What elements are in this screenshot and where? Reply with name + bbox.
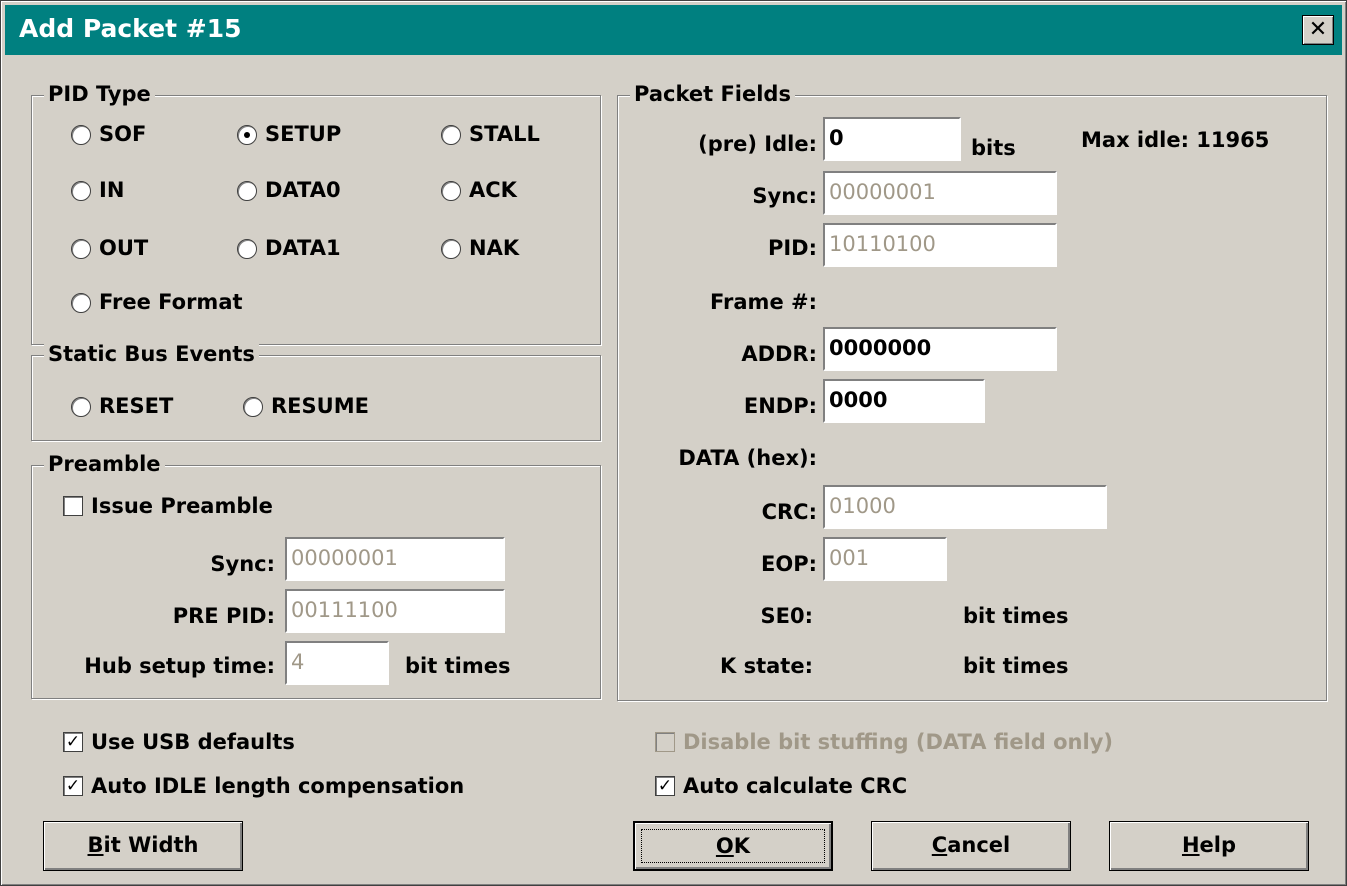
pre-idle-unit: bits xyxy=(971,136,1016,160)
radio-label: ACK xyxy=(469,178,517,202)
button-label: elp xyxy=(1199,833,1237,857)
radio-label: SETUP xyxy=(265,122,342,146)
focus-rect xyxy=(641,829,825,863)
hub-setup-time-unit: bit times xyxy=(405,654,511,678)
radio-indicator xyxy=(243,397,263,417)
radio-indicator xyxy=(71,397,91,417)
pid-type-legend: PID Type xyxy=(44,79,155,109)
button-label: ancel xyxy=(947,833,1011,857)
radio-label: RESUME xyxy=(271,394,369,418)
radio-label: RESET xyxy=(99,394,174,418)
static-bus-events-legend: Static Bus Events xyxy=(44,339,259,369)
radio-label: IN xyxy=(99,178,125,202)
pre-pid-label: PRE PID: xyxy=(172,604,275,628)
endp-field[interactable]: 0000 xyxy=(823,379,985,423)
radio-indicator xyxy=(237,239,257,259)
close-button[interactable]: ✕ xyxy=(1302,15,1334,45)
checkbox-indicator xyxy=(63,496,83,516)
radio-label: SOF xyxy=(99,122,147,146)
checkmark-icon: ✓ xyxy=(63,732,83,752)
radio-indicator xyxy=(441,181,461,201)
frame-number-label: Frame #: xyxy=(710,290,817,314)
preamble-sync-label: Sync: xyxy=(210,552,275,576)
eop-field[interactable]: 001 xyxy=(823,537,947,581)
se0-label: SE0: xyxy=(760,604,813,628)
pre-pid-field[interactable]: 00111100 xyxy=(285,589,505,633)
radio-indicator xyxy=(441,125,461,145)
bit-width-button[interactable]: Bit Width xyxy=(43,821,243,871)
radio-indicator xyxy=(237,181,257,201)
radio-label: DATA1 xyxy=(265,236,341,260)
data-hex-label: DATA (hex): xyxy=(678,446,817,470)
addr-label: ADDR: xyxy=(741,342,817,366)
close-icon: ✕ xyxy=(1308,17,1328,42)
pid-field[interactable]: 10110100 xyxy=(823,223,1057,267)
help-button[interactable]: Help xyxy=(1109,821,1309,871)
packet-fields-legend: Packet Fields xyxy=(630,79,795,109)
preamble-sync-field[interactable]: 00000001 xyxy=(285,537,505,581)
crc-field[interactable]: 01000 xyxy=(823,485,1107,529)
hub-setup-time-field[interactable]: 4 xyxy=(285,641,389,685)
radio-label: OUT xyxy=(99,236,149,260)
se0-unit: bit times xyxy=(963,604,1069,628)
preamble-legend: Preamble xyxy=(44,449,165,479)
button-label: it Width xyxy=(103,833,199,857)
add-packet-dialog: Add Packet #15 ✕ PID Type SOF SETUP STAL… xyxy=(0,0,1347,886)
radio-label: STALL xyxy=(469,122,540,146)
pid-label: PID: xyxy=(767,236,817,260)
crc-label: CRC: xyxy=(761,500,817,524)
title-bar[interactable]: Add Packet #15 ✕ xyxy=(5,5,1342,55)
checkbox-indicator xyxy=(655,732,675,752)
endp-label: ENDP: xyxy=(743,394,817,418)
addr-field[interactable]: 0000000 xyxy=(823,327,1057,371)
radio-indicator xyxy=(441,239,461,259)
checkmark-icon: ✓ xyxy=(655,776,675,796)
sync-label: Sync: xyxy=(752,184,817,208)
radio-indicator xyxy=(71,125,91,145)
button-mnemonic: C xyxy=(931,833,948,857)
pre-idle-field[interactable]: 0 xyxy=(823,117,961,161)
radio-indicator xyxy=(71,239,91,259)
cancel-button[interactable]: Cancel xyxy=(871,821,1071,871)
checkbox-label: Auto calculate CRC xyxy=(683,774,908,798)
checkbox-label: Disable bit stuffing (DATA field only) xyxy=(683,730,1113,754)
checkmark-icon: ✓ xyxy=(63,776,83,796)
k-state-label: K state: xyxy=(720,654,813,678)
button-mnemonic: H xyxy=(1181,833,1200,857)
radio-label: NAK xyxy=(469,236,520,260)
button-mnemonic: B xyxy=(87,833,104,857)
checkbox-label: Auto IDLE length compensation xyxy=(91,774,465,798)
radio-label: Free Format xyxy=(99,290,243,314)
radio-indicator xyxy=(237,125,257,145)
checkbox-label: Use USB defaults xyxy=(91,730,295,754)
max-idle-text: Max idle: 11965 xyxy=(1081,128,1270,152)
hub-setup-time-label: Hub setup time: xyxy=(84,654,275,678)
window-title: Add Packet #15 xyxy=(19,14,242,43)
radio-indicator xyxy=(71,293,91,313)
pre-idle-label: (pre) Idle: xyxy=(698,132,817,156)
sync-field[interactable]: 00000001 xyxy=(823,171,1057,215)
radio-indicator xyxy=(71,181,91,201)
radio-label: DATA0 xyxy=(265,178,341,202)
checkbox-label: Issue Preamble xyxy=(91,494,273,518)
k-state-unit: bit times xyxy=(963,654,1069,678)
ok-button[interactable]: OK xyxy=(633,821,833,871)
eop-label: EOP: xyxy=(761,552,817,576)
